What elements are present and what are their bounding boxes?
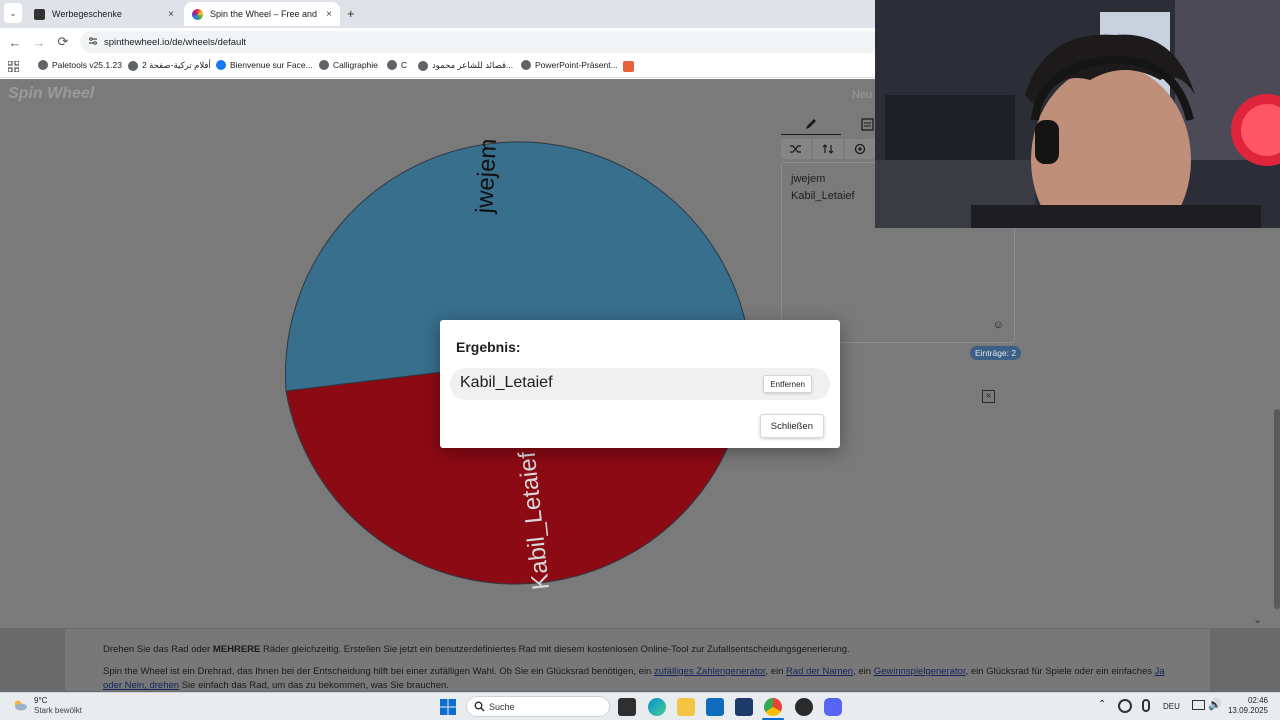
bookmark-label: أفلام تركية-صفحة 2 xyxy=(142,60,211,70)
bookmark-poems[interactable]: قصائد للشاعر محمود... xyxy=(418,60,513,71)
taskbar-search-input[interactable]: Suche xyxy=(466,696,610,717)
result-dialog: Ergebnis: Kabil_Letaief Entfernen Schlie… xyxy=(440,320,840,448)
close-icon[interactable]: × xyxy=(982,390,995,403)
tab-underline xyxy=(781,134,841,135)
new-tab-button[interactable]: + xyxy=(347,6,355,21)
spin-wheel-favicon-icon xyxy=(192,8,203,20)
dialog-title: Ergebnis: xyxy=(456,339,521,355)
volume-icon[interactable]: 🔊 xyxy=(1208,698,1222,711)
forward-button[interactable]: → xyxy=(27,30,51,54)
description-line-1: Drehen Sie das Rad oder MEHRERE Räder gl… xyxy=(103,644,850,655)
globe-icon xyxy=(38,60,48,70)
tab-search-chevron-icon[interactable]: ⌄ xyxy=(4,3,22,23)
bookmark-label: Calligraphie xyxy=(333,60,378,70)
store-icon[interactable] xyxy=(735,698,753,716)
search-icon xyxy=(474,701,485,712)
link-number-generator[interactable]: zufälliges Zahlengenerator xyxy=(654,666,765,677)
microphone-icon[interactable] xyxy=(1142,699,1150,712)
entries-count-badge: Einträge: 2 xyxy=(970,346,1022,360)
shuffle-icon[interactable] xyxy=(781,139,811,159)
clock-date[interactable]: 13.09.2025 xyxy=(1222,706,1268,715)
file-explorer-icon[interactable] xyxy=(677,698,695,716)
chrome-icon[interactable] xyxy=(764,698,782,716)
description-line-2: Spin the Wheel ist ein Drehrad, das Ihne… xyxy=(103,666,1165,691)
language-indicator[interactable]: DEU xyxy=(1163,702,1180,711)
link-giveaway-generator[interactable]: Gewinnspielgenerator xyxy=(874,666,966,677)
seo-description: Drehen Sie das Rad oder MEHRERE Räder gl… xyxy=(64,628,1211,692)
bookmark-label: قصائد للشاعر محمود... xyxy=(432,60,514,70)
bookmark-label: PowerPoint-Präsent... xyxy=(535,60,618,70)
settings-gear-icon[interactable] xyxy=(845,139,875,159)
search-placeholder: Suche xyxy=(489,701,515,712)
chevron-up-icon[interactable]: ⌃ xyxy=(1098,699,1106,710)
new-wheel-button[interactable]: Neu xyxy=(852,89,872,101)
bookmark-extension-icon[interactable] xyxy=(623,61,634,72)
bookmark-label: Paletools v25.1.23 xyxy=(52,60,122,70)
bookmark-calligraphie[interactable]: Calligraphie xyxy=(319,60,378,70)
clipboard-icon[interactable] xyxy=(861,117,874,131)
sort-icon[interactable] xyxy=(813,139,843,159)
edge-browser-icon[interactable] xyxy=(648,698,666,716)
network-icon[interactable] xyxy=(1192,700,1205,710)
weather-temperature: 9°C xyxy=(34,696,48,705)
bookmark-label: C xyxy=(401,60,408,70)
globe-icon xyxy=(319,60,329,70)
bookmark-turkish-films[interactable]: أفلام تركية-صفحة 2 xyxy=(128,60,211,71)
apps-grid-icon[interactable] xyxy=(7,60,20,73)
davinci-resolve-icon[interactable] xyxy=(795,698,813,716)
globe-icon xyxy=(418,60,428,71)
emoji-picker-icon[interactable]: ☺ xyxy=(993,317,1004,334)
chevron-down-icon[interactable]: ⌄ xyxy=(1253,613,1262,626)
pencil-icon[interactable] xyxy=(804,117,818,131)
sync-icon[interactable] xyxy=(1118,699,1132,713)
globe-icon xyxy=(521,60,531,70)
tab-werbegeschenke[interactable]: Werbegeschenke × xyxy=(26,2,182,26)
werbegeschenke-favicon-icon xyxy=(34,8,45,20)
bookmark-paletools[interactable]: Paletools v25.1.23 xyxy=(38,60,122,70)
weather-cloud-icon[interactable] xyxy=(12,699,28,711)
result-winner-name: Kabil_Letaief xyxy=(460,374,553,391)
reload-button[interactable]: ⟳ xyxy=(51,30,75,54)
clock-time[interactable]: 02:46 xyxy=(1230,696,1268,705)
task-view-icon[interactable] xyxy=(618,698,636,716)
windows-taskbar: 9°C Stark bewölkt Suche ⌃ DEU 🔊 02:46 13… xyxy=(0,692,1280,720)
site-info-icon[interactable] xyxy=(88,36,98,46)
bookmark-label: Bienvenue sur Face... xyxy=(230,60,313,70)
globe-icon xyxy=(387,60,397,70)
tab-spin-the-wheel[interactable]: Spin the Wheel – Free and easy × xyxy=(184,2,340,26)
outlook-icon[interactable] xyxy=(706,698,724,716)
tab-close-icon[interactable]: × xyxy=(168,9,174,20)
close-button[interactable]: Schließen xyxy=(759,414,824,438)
globe-icon xyxy=(128,60,138,71)
webcam-overlay xyxy=(875,0,1280,228)
site-logo[interactable]: Spin Wheel xyxy=(8,85,94,103)
tab-close-icon[interactable]: × xyxy=(326,9,332,20)
tab-label: Werbegeschenke xyxy=(52,9,122,19)
weather-description: Stark bewölkt xyxy=(34,706,83,715)
remove-button[interactable]: Entfernen xyxy=(763,375,812,393)
entries-toolbar xyxy=(781,139,875,159)
wheel-label-jwejem: jwejem xyxy=(471,138,502,215)
bookmark-c[interactable]: C xyxy=(387,60,407,70)
url-text: spinthewheel.io/de/wheels/default xyxy=(104,36,247,48)
windows-start-icon[interactable] xyxy=(440,699,456,715)
address-input[interactable]: spinthewheel.io/de/wheels/default xyxy=(80,31,880,53)
discord-icon[interactable] xyxy=(824,698,842,716)
tab-label: Spin the Wheel – Free and easy xyxy=(210,9,320,19)
link-name-wheel[interactable]: Rad der Namen xyxy=(786,666,853,677)
facebook-icon xyxy=(216,60,226,70)
back-button[interactable]: ← xyxy=(3,30,27,54)
bookmark-facebook[interactable]: Bienvenue sur Face... xyxy=(216,60,313,70)
bookmark-powerpoint[interactable]: PowerPoint-Präsent... xyxy=(521,60,618,70)
result-row: Kabil_Letaief Entfernen xyxy=(450,368,830,400)
page-scrollbar[interactable] xyxy=(1274,409,1280,609)
